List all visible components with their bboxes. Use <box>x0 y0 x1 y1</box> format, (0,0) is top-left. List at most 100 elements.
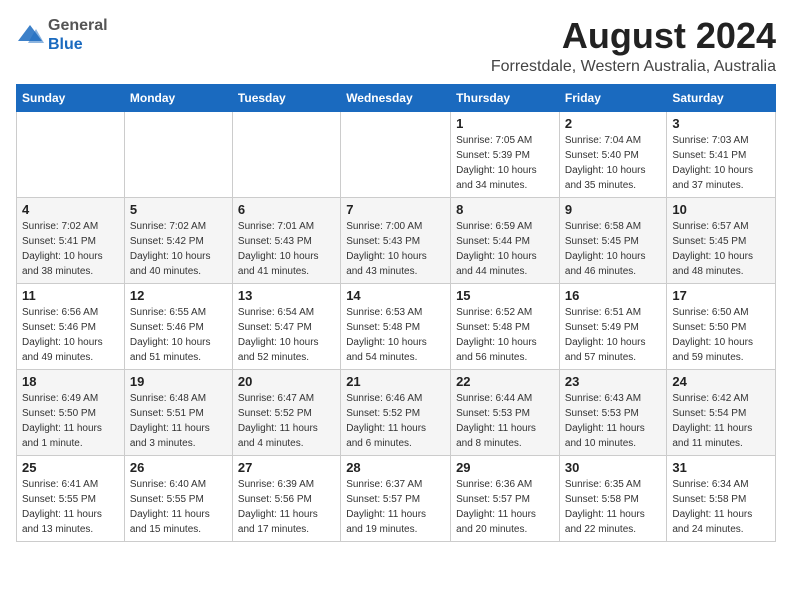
day-detail: Sunrise: 6:54 AM Sunset: 5:47 PM Dayligh… <box>238 305 335 365</box>
day-number: 3 <box>672 116 770 131</box>
header-tuesday: Tuesday <box>232 84 340 111</box>
week-row-1: 1Sunrise: 7:05 AM Sunset: 5:39 PM Daylig… <box>17 111 776 197</box>
calendar-cell <box>124 111 232 197</box>
page-header: General Blue August 2024 Forrestdale, We… <box>16 16 776 76</box>
day-detail: Sunrise: 6:44 AM Sunset: 5:53 PM Dayligh… <box>456 391 554 451</box>
day-number: 19 <box>130 374 227 389</box>
calendar-cell: 16Sunrise: 6:51 AM Sunset: 5:49 PM Dayli… <box>559 283 666 369</box>
calendar-cell: 22Sunrise: 6:44 AM Sunset: 5:53 PM Dayli… <box>451 369 560 455</box>
day-detail: Sunrise: 6:48 AM Sunset: 5:51 PM Dayligh… <box>130 391 227 451</box>
day-number: 7 <box>346 202 445 217</box>
header-thursday: Thursday <box>451 84 560 111</box>
day-number: 13 <box>238 288 335 303</box>
day-detail: Sunrise: 6:43 AM Sunset: 5:53 PM Dayligh… <box>565 391 661 451</box>
day-detail: Sunrise: 6:46 AM Sunset: 5:52 PM Dayligh… <box>346 391 445 451</box>
day-detail: Sunrise: 6:58 AM Sunset: 5:45 PM Dayligh… <box>565 219 661 279</box>
calendar-cell: 23Sunrise: 6:43 AM Sunset: 5:53 PM Dayli… <box>559 369 666 455</box>
title-block: August 2024 Forrestdale, Western Austral… <box>491 16 776 76</box>
day-detail: Sunrise: 7:05 AM Sunset: 5:39 PM Dayligh… <box>456 133 554 193</box>
day-detail: Sunrise: 6:52 AM Sunset: 5:48 PM Dayligh… <box>456 305 554 365</box>
weekday-header-row: Sunday Monday Tuesday Wednesday Thursday… <box>17 84 776 111</box>
day-number: 17 <box>672 288 770 303</box>
day-detail: Sunrise: 6:42 AM Sunset: 5:54 PM Dayligh… <box>672 391 770 451</box>
day-number: 21 <box>346 374 445 389</box>
calendar-subtitle: Forrestdale, Western Australia, Australi… <box>491 58 776 76</box>
day-detail: Sunrise: 7:04 AM Sunset: 5:40 PM Dayligh… <box>565 133 661 193</box>
calendar-cell: 2 Sunrise: 7:04 AM Sunset: 5:40 PM Daylig… <box>559 111 666 197</box>
logo: General Blue <box>16 16 108 54</box>
header-wednesday: Wednesday <box>341 84 451 111</box>
calendar-cell: 10 Sunrise: 6:57 AM Sunset: 5:45 PM Dayli… <box>667 197 776 283</box>
day-detail: Sunrise: 6:40 AM Sunset: 5:55 PM Dayligh… <box>130 477 227 537</box>
day-detail: Sunrise: 6:50 AM Sunset: 5:50 PM Dayligh… <box>672 305 770 365</box>
day-number: 15 <box>456 288 554 303</box>
day-number: 29 <box>456 460 554 475</box>
calendar-table: Sunday Monday Tuesday Wednesday Thursday… <box>16 84 776 542</box>
day-detail: Sunrise: 6:36 AM Sunset: 5:57 PM Dayligh… <box>456 477 554 537</box>
day-detail: Sunrise: 7:00 AM Sunset: 5:43 PM Dayligh… <box>346 219 445 279</box>
calendar-cell: 27 Sunrise: 6:39 AM Sunset: 5:56 PM Dayli… <box>232 455 340 541</box>
day-detail: Sunrise: 6:41 AM Sunset: 5:55 PM Dayligh… <box>22 477 119 537</box>
day-number: 9 <box>565 202 661 217</box>
week-row-3: 11 Sunrise: 6:56 AM Sunset: 5:46 PM Dayli… <box>17 283 776 369</box>
day-detail: Sunrise: 6:51 AM Sunset: 5:49 PM Dayligh… <box>565 305 661 365</box>
calendar-cell: 11 Sunrise: 6:56 AM Sunset: 5:46 PM Dayli… <box>17 283 125 369</box>
calendar-cell: 30Sunrise: 6:35 AM Sunset: 5:58 PM Dayli… <box>559 455 666 541</box>
day-detail: Sunrise: 6:34 AM Sunset: 5:58 PM Dayligh… <box>672 477 770 537</box>
calendar-cell: 1Sunrise: 7:05 AM Sunset: 5:39 PM Daylig… <box>451 111 560 197</box>
calendar-cell: 19 Sunrise: 6:48 AM Sunset: 5:51 PM Dayli… <box>124 369 232 455</box>
day-detail: Sunrise: 6:56 AM Sunset: 5:46 PM Dayligh… <box>22 305 119 365</box>
calendar-cell: 28 Sunrise: 6:37 AM Sunset: 5:57 PM Dayli… <box>341 455 451 541</box>
day-detail: Sunrise: 7:01 AM Sunset: 5:43 PM Dayligh… <box>238 219 335 279</box>
calendar-cell: 21 Sunrise: 6:46 AM Sunset: 5:52 PM Dayli… <box>341 369 451 455</box>
day-number: 28 <box>346 460 445 475</box>
calendar-cell <box>232 111 340 197</box>
calendar-cell: 26Sunrise: 6:40 AM Sunset: 5:55 PM Dayli… <box>124 455 232 541</box>
logo-general: General <box>48 16 108 35</box>
calendar-cell: 14 Sunrise: 6:53 AM Sunset: 5:48 PM Dayli… <box>341 283 451 369</box>
day-number: 24 <box>672 374 770 389</box>
calendar-cell: 15 Sunrise: 6:52 AM Sunset: 5:48 PM Dayli… <box>451 283 560 369</box>
calendar-cell: 18Sunrise: 6:49 AM Sunset: 5:50 PM Dayli… <box>17 369 125 455</box>
logo-icon <box>16 23 44 47</box>
day-detail: Sunrise: 6:37 AM Sunset: 5:57 PM Dayligh… <box>346 477 445 537</box>
day-detail: Sunrise: 6:55 AM Sunset: 5:46 PM Dayligh… <box>130 305 227 365</box>
calendar-cell: 17 Sunrise: 6:50 AM Sunset: 5:50 PM Dayli… <box>667 283 776 369</box>
day-number: 11 <box>22 288 119 303</box>
day-number: 18 <box>22 374 119 389</box>
day-number: 2 <box>565 116 661 131</box>
calendar-cell: 31 Sunrise: 6:34 AM Sunset: 5:58 PM Dayli… <box>667 455 776 541</box>
day-number: 27 <box>238 460 335 475</box>
calendar-cell: 9 Sunrise: 6:58 AM Sunset: 5:45 PM Daylig… <box>559 197 666 283</box>
calendar-cell: 6Sunrise: 7:01 AM Sunset: 5:43 PM Daylig… <box>232 197 340 283</box>
day-detail: Sunrise: 7:02 AM Sunset: 5:41 PM Dayligh… <box>22 219 119 279</box>
day-detail: Sunrise: 6:53 AM Sunset: 5:48 PM Dayligh… <box>346 305 445 365</box>
calendar-cell: 25Sunrise: 6:41 AM Sunset: 5:55 PM Dayli… <box>17 455 125 541</box>
calendar-cell: 13 Sunrise: 6:54 AM Sunset: 5:47 PM Dayli… <box>232 283 340 369</box>
calendar-cell: 24 Sunrise: 6:42 AM Sunset: 5:54 PM Dayli… <box>667 369 776 455</box>
day-detail: Sunrise: 7:02 AM Sunset: 5:42 PM Dayligh… <box>130 219 227 279</box>
day-detail: Sunrise: 6:39 AM Sunset: 5:56 PM Dayligh… <box>238 477 335 537</box>
day-detail: Sunrise: 6:47 AM Sunset: 5:52 PM Dayligh… <box>238 391 335 451</box>
day-number: 12 <box>130 288 227 303</box>
calendar-cell: 4Sunrise: 7:02 AM Sunset: 5:41 PM Daylig… <box>17 197 125 283</box>
calendar-cell: 8Sunrise: 6:59 AM Sunset: 5:44 PM Daylig… <box>451 197 560 283</box>
calendar-title: August 2024 <box>491 16 776 56</box>
calendar-cell: 29 Sunrise: 6:36 AM Sunset: 5:57 PM Dayli… <box>451 455 560 541</box>
calendar-cell <box>341 111 451 197</box>
calendar-cell: 3 Sunrise: 7:03 AM Sunset: 5:41 PM Daylig… <box>667 111 776 197</box>
day-number: 8 <box>456 202 554 217</box>
day-detail: Sunrise: 7:03 AM Sunset: 5:41 PM Dayligh… <box>672 133 770 193</box>
logo-blue: Blue <box>48 35 108 54</box>
day-number: 30 <box>565 460 661 475</box>
day-number: 31 <box>672 460 770 475</box>
calendar-cell: 7 Sunrise: 7:00 AM Sunset: 5:43 PM Daylig… <box>341 197 451 283</box>
day-number: 20 <box>238 374 335 389</box>
day-number: 10 <box>672 202 770 217</box>
header-friday: Friday <box>559 84 666 111</box>
calendar-cell: 12 Sunrise: 6:55 AM Sunset: 5:46 PM Dayli… <box>124 283 232 369</box>
day-number: 5 <box>130 202 227 217</box>
calendar-cell: 5 Sunrise: 7:02 AM Sunset: 5:42 PM Daylig… <box>124 197 232 283</box>
day-detail: Sunrise: 6:57 AM Sunset: 5:45 PM Dayligh… <box>672 219 770 279</box>
day-number: 14 <box>346 288 445 303</box>
